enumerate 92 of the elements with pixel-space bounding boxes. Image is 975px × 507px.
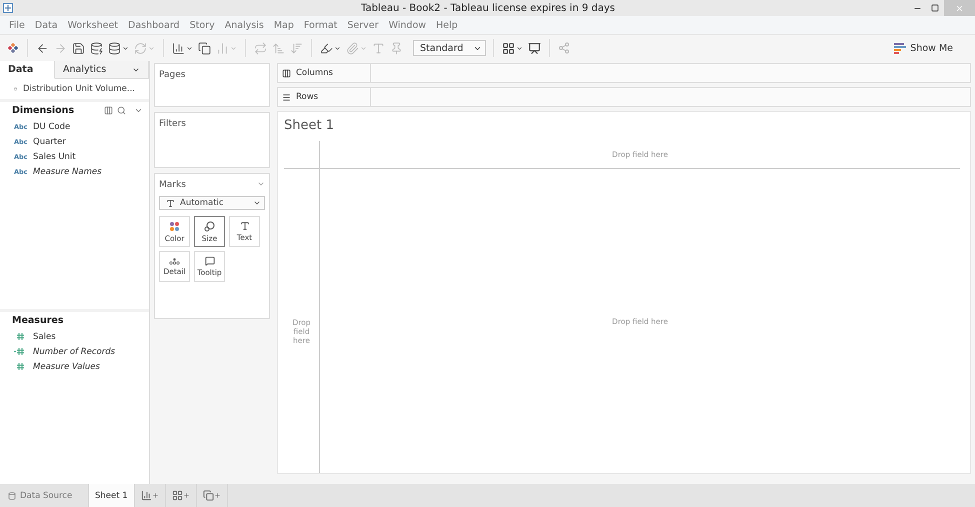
caret-icon xyxy=(148,44,155,52)
caret-icon[interactable] xyxy=(257,180,265,188)
plus-icon xyxy=(182,492,190,499)
presentation-icon xyxy=(528,42,541,54)
database-icon xyxy=(108,42,121,54)
new-data-source-button[interactable] xyxy=(89,40,104,56)
caret-icon[interactable] xyxy=(134,106,143,115)
search-icon[interactable] xyxy=(117,106,126,115)
new-worksheet-button[interactable] xyxy=(171,40,194,56)
speech-bubble-icon xyxy=(204,256,214,266)
measure-field[interactable]: Measure Values xyxy=(33,362,100,372)
tableau-logo-button[interactable] xyxy=(6,41,20,55)
refresh-icon xyxy=(134,42,147,54)
close-icon xyxy=(955,4,964,12)
pages-icon xyxy=(202,490,214,501)
bar-chart-icon xyxy=(140,490,152,501)
menu-item[interactable]: Story xyxy=(184,20,220,30)
columns-icon xyxy=(282,68,291,78)
menu-item[interactable]: Analysis xyxy=(220,20,269,30)
sheet-title: Sheet 1 xyxy=(284,118,335,133)
menu-item[interactable]: Format xyxy=(298,20,342,30)
swap-icon xyxy=(254,42,267,54)
text-icon xyxy=(372,42,385,54)
duplicate-icon xyxy=(198,42,211,54)
pause-updates-button[interactable] xyxy=(107,40,130,56)
card-title: Filters xyxy=(159,119,187,129)
shelf-label: Rows xyxy=(296,92,318,102)
caret-icon xyxy=(253,199,261,207)
caret-icon xyxy=(334,44,341,52)
highlighter-icon xyxy=(320,42,333,54)
dimension-field[interactable]: Quarter xyxy=(33,136,66,146)
text-icon xyxy=(240,221,250,231)
grid-view-icon[interactable] xyxy=(104,106,113,115)
fit-width-button[interactable] xyxy=(501,40,524,56)
mark-type-dropdown[interactable]: Automatic xyxy=(159,196,265,210)
menu-item[interactable]: Dashboard xyxy=(123,20,185,30)
grid-icon xyxy=(502,42,515,54)
text-icon xyxy=(166,198,175,208)
rows-icon xyxy=(282,92,291,102)
plus-icon xyxy=(152,492,159,499)
menu-item[interactable]: Server xyxy=(342,20,384,30)
caret-icon xyxy=(516,44,523,52)
database-plus-icon xyxy=(90,42,103,54)
measure-field[interactable]: Sales xyxy=(33,332,56,342)
fit-dropdown[interactable]: Standard xyxy=(413,40,486,56)
menu-item[interactable]: File xyxy=(4,20,30,30)
detail-dots-icon xyxy=(169,258,180,264)
dimension-field[interactable]: DU Code xyxy=(33,122,70,132)
sheet-tab[interactable]: Sheet 1 xyxy=(89,484,135,507)
menu-item[interactable]: Worksheet xyxy=(62,20,124,30)
dimension-field[interactable]: Sales Unit xyxy=(33,152,76,162)
caret-icon xyxy=(186,44,193,52)
card-title: Marks xyxy=(159,180,186,190)
caret-icon xyxy=(122,44,129,52)
menu-item[interactable]: Data xyxy=(30,20,63,30)
bar-chart-icon xyxy=(172,42,185,54)
size-circles-icon xyxy=(204,220,215,232)
data-source-name[interactable]: Distribution Unit Volume... xyxy=(22,84,135,94)
window-title: Tableau - Book2 - Tableau license expires in 9 days xyxy=(360,2,616,14)
left-arrow-icon xyxy=(36,42,49,54)
pane-tab[interactable]: Analytics xyxy=(55,61,149,79)
paperclip-icon xyxy=(346,42,359,54)
section-title: Dimensions xyxy=(12,105,76,116)
duplicate-button[interactable] xyxy=(197,40,212,56)
chart-clear-icon xyxy=(216,42,229,54)
shelf-label: Columns xyxy=(296,68,333,78)
save-icon xyxy=(72,42,85,54)
app-icon xyxy=(3,3,13,13)
plus-icon xyxy=(214,492,221,499)
card-title: Pages xyxy=(159,70,186,80)
measure-field[interactable]: Number of Records xyxy=(33,346,116,356)
color-dots-icon xyxy=(169,220,180,232)
tableau-logo-icon xyxy=(7,42,19,54)
show-me-button[interactable]: Show Me xyxy=(888,42,959,54)
menu-item[interactable]: Window xyxy=(384,20,432,30)
caret-icon xyxy=(230,44,237,52)
restore-icon xyxy=(931,4,939,12)
sort-descending-icon xyxy=(290,42,303,54)
dimension-field[interactable]: Measure Names xyxy=(33,166,102,176)
menu-item[interactable]: Map xyxy=(268,20,299,30)
menu-item[interactable]: Help xyxy=(431,20,463,30)
caret-icon xyxy=(360,44,367,52)
right-arrow-icon xyxy=(54,42,67,54)
share-icon xyxy=(558,42,570,54)
grid-icon xyxy=(172,490,183,501)
database-icon xyxy=(8,492,16,500)
presentation-button[interactable] xyxy=(527,40,542,56)
save-button[interactable] xyxy=(71,40,86,56)
bar-chart-icon xyxy=(894,42,906,54)
pin-icon xyxy=(390,42,403,54)
sort-ascending-icon xyxy=(272,42,285,54)
section-title: Measures xyxy=(12,315,65,326)
